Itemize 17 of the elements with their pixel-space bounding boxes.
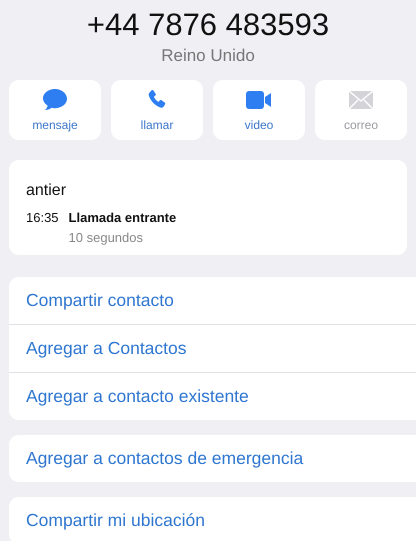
call-type: Llamada entrante (68, 210, 176, 225)
action-button[interactable]: llamar (111, 80, 203, 140)
option-link[interactable]: Agregar a contacto existente (26, 386, 249, 407)
country-label: Reino Unido (160, 46, 256, 66)
option-link[interactable]: Compartir mi ubicación (26, 510, 205, 531)
phone-number: +44 7876 483593 (86, 6, 330, 44)
option-link[interactable]: Agregar a contactos de emergencia (26, 448, 304, 469)
video-camera-icon (245, 88, 273, 112)
call-time: 16:35 (26, 210, 59, 227)
call-duration: 10 segundos (68, 230, 144, 245)
speech-bubble-icon (42, 88, 68, 112)
day-label: antier (26, 182, 68, 200)
option-link[interactable]: Agregar a Contactos (26, 338, 187, 359)
action-button[interactable]: mensaje (9, 80, 101, 140)
option-link[interactable]: Compartir contacto (26, 290, 174, 311)
envelope-icon (348, 88, 374, 112)
action-button[interactable]: video (213, 80, 305, 140)
